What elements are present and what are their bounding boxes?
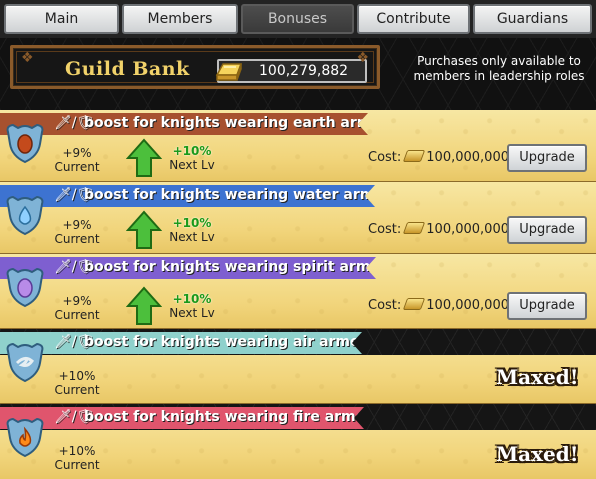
bonus-title: boost for knights wearing earth armor [84,115,388,131]
cost-display: Cost: 100,000,000 [368,222,509,237]
guild-bank-plaque: ❖ Guild Bank 100,279,882 ❖ [10,45,380,89]
current-label: Current [54,232,100,246]
current-label: Current [54,308,100,322]
guild-bank-title: Guild Bank [65,58,190,80]
bonus-row-earth: 🗡/🛡boost for knights wearing earth armor… [0,110,596,182]
next-value: +10% [172,292,212,306]
armor-icon [6,342,44,383]
bonus-banner: 🗡/🛡boost for knights wearing fire armor [0,407,364,429]
current-value: +9% [62,218,92,232]
armor-icon [6,417,44,458]
next-stat: +10% Next Lv [164,144,220,172]
coin-icon [403,298,426,310]
bonus-banner: 🗡/🛡boost for knights wearing earth armor [0,113,368,135]
next-value: +10% [172,216,212,230]
bonus-banner: 🗡/🛡boost for knights wearing air armor [0,332,362,354]
ornament-icon: ❖ [356,50,369,66]
bonus-list: 🗡/🛡boost for knights wearing earth armor… [0,110,596,479]
tab-contribute[interactable]: Contribute [357,4,470,34]
current-value: +10% [58,444,96,458]
ornament-icon: ❖ [21,50,34,66]
cost-label: Cost: [368,150,402,165]
bonus-row-air: 🗡/🛡boost for knights wearing air armor +… [0,329,596,404]
armor-icon [6,267,44,308]
leadership-note: Purchases only available to members in l… [404,54,594,84]
leadership-note-line: members in leadership roles [413,69,585,83]
current-stat: +9% Current [52,146,102,174]
bonus-row-water: 🗡/🛡boost for knights wearing water armor… [0,182,596,254]
sword-shield-icon: 🗡/🛡 [54,334,95,350]
current-value: +10% [58,369,96,383]
up-arrow-icon [126,138,162,177]
next-stat: +10% Next Lv [164,216,220,244]
cost-label: Cost: [368,222,402,237]
cost-label: Cost: [368,298,402,313]
bonus-banner: 🗡/🛡boost for knights wearing spirit armo… [0,257,376,279]
bonus-row-spirit: 🗡/🛡boost for knights wearing spirit armo… [0,254,596,329]
bonus-title: boost for knights wearing spirit armor [84,259,387,275]
gold-bar-icon [215,63,243,81]
tab-members[interactable]: Members [122,4,238,34]
bonus-banner: 🗡/🛡boost for knights wearing water armor [0,185,375,207]
up-arrow-icon [126,210,162,249]
coin-icon [403,222,426,234]
cost-display: Cost: 100,000,000 [368,298,509,313]
sword-shield-icon: 🗡/🛡 [54,259,95,275]
cost-value: 100,000,000 [426,298,509,313]
current-label: Current [54,383,100,397]
current-value: +9% [62,146,92,160]
upgrade-button[interactable]: Upgrade [507,216,587,244]
next-label: Next Lv [169,158,215,172]
tab-bonuses[interactable]: Bonuses [241,4,354,34]
bonus-title: boost for knights wearing water armor [84,187,391,203]
tab-bar: Main Members Bonuses Contribute Guardian… [0,0,596,38]
armor-icon [6,123,44,164]
current-stat: +9% Current [52,218,102,246]
sword-shield-icon: 🗡/🛡 [54,187,95,203]
current-value: +9% [62,294,92,308]
guild-bank-header: ❖ Guild Bank 100,279,882 ❖ Purchases onl… [0,38,596,110]
cost-display: Cost: 100,000,000 [368,150,509,165]
bonus-row-fire: 🗡/🛡boost for knights wearing fire armor … [0,404,596,479]
sword-shield-icon: 🗡/🛡 [54,409,95,425]
maxed-status: Maxed! [496,365,579,389]
tab-main[interactable]: Main [4,4,119,34]
tab-guardians[interactable]: Guardians [473,4,592,34]
next-label: Next Lv [169,230,215,244]
current-label: Current [54,458,100,472]
guild-gold-display: 100,279,882 [215,59,367,83]
armor-icon [6,195,44,236]
current-stat: +10% Current [52,444,102,472]
current-label: Current [54,160,100,174]
leadership-note-line: Purchases only available to [417,54,581,68]
up-arrow-icon [126,286,162,325]
guild-gold-amount: 100,279,882 [259,63,349,79]
next-value: +10% [172,144,212,158]
sword-shield-icon: 🗡/🛡 [54,115,95,131]
maxed-status: Maxed! [496,442,579,466]
cost-value: 100,000,000 [426,150,509,165]
bonus-title: boost for knights wearing air armor [84,334,367,350]
coin-icon [403,150,426,162]
next-stat: +10% Next Lv [164,292,220,320]
next-label: Next Lv [169,306,215,320]
cost-value: 100,000,000 [426,222,509,237]
upgrade-button[interactable]: Upgrade [507,144,587,172]
bonus-title: boost for knights wearing fire armor [84,409,373,425]
upgrade-button[interactable]: Upgrade [507,292,587,320]
current-stat: +9% Current [52,294,102,322]
current-stat: +10% Current [52,369,102,397]
